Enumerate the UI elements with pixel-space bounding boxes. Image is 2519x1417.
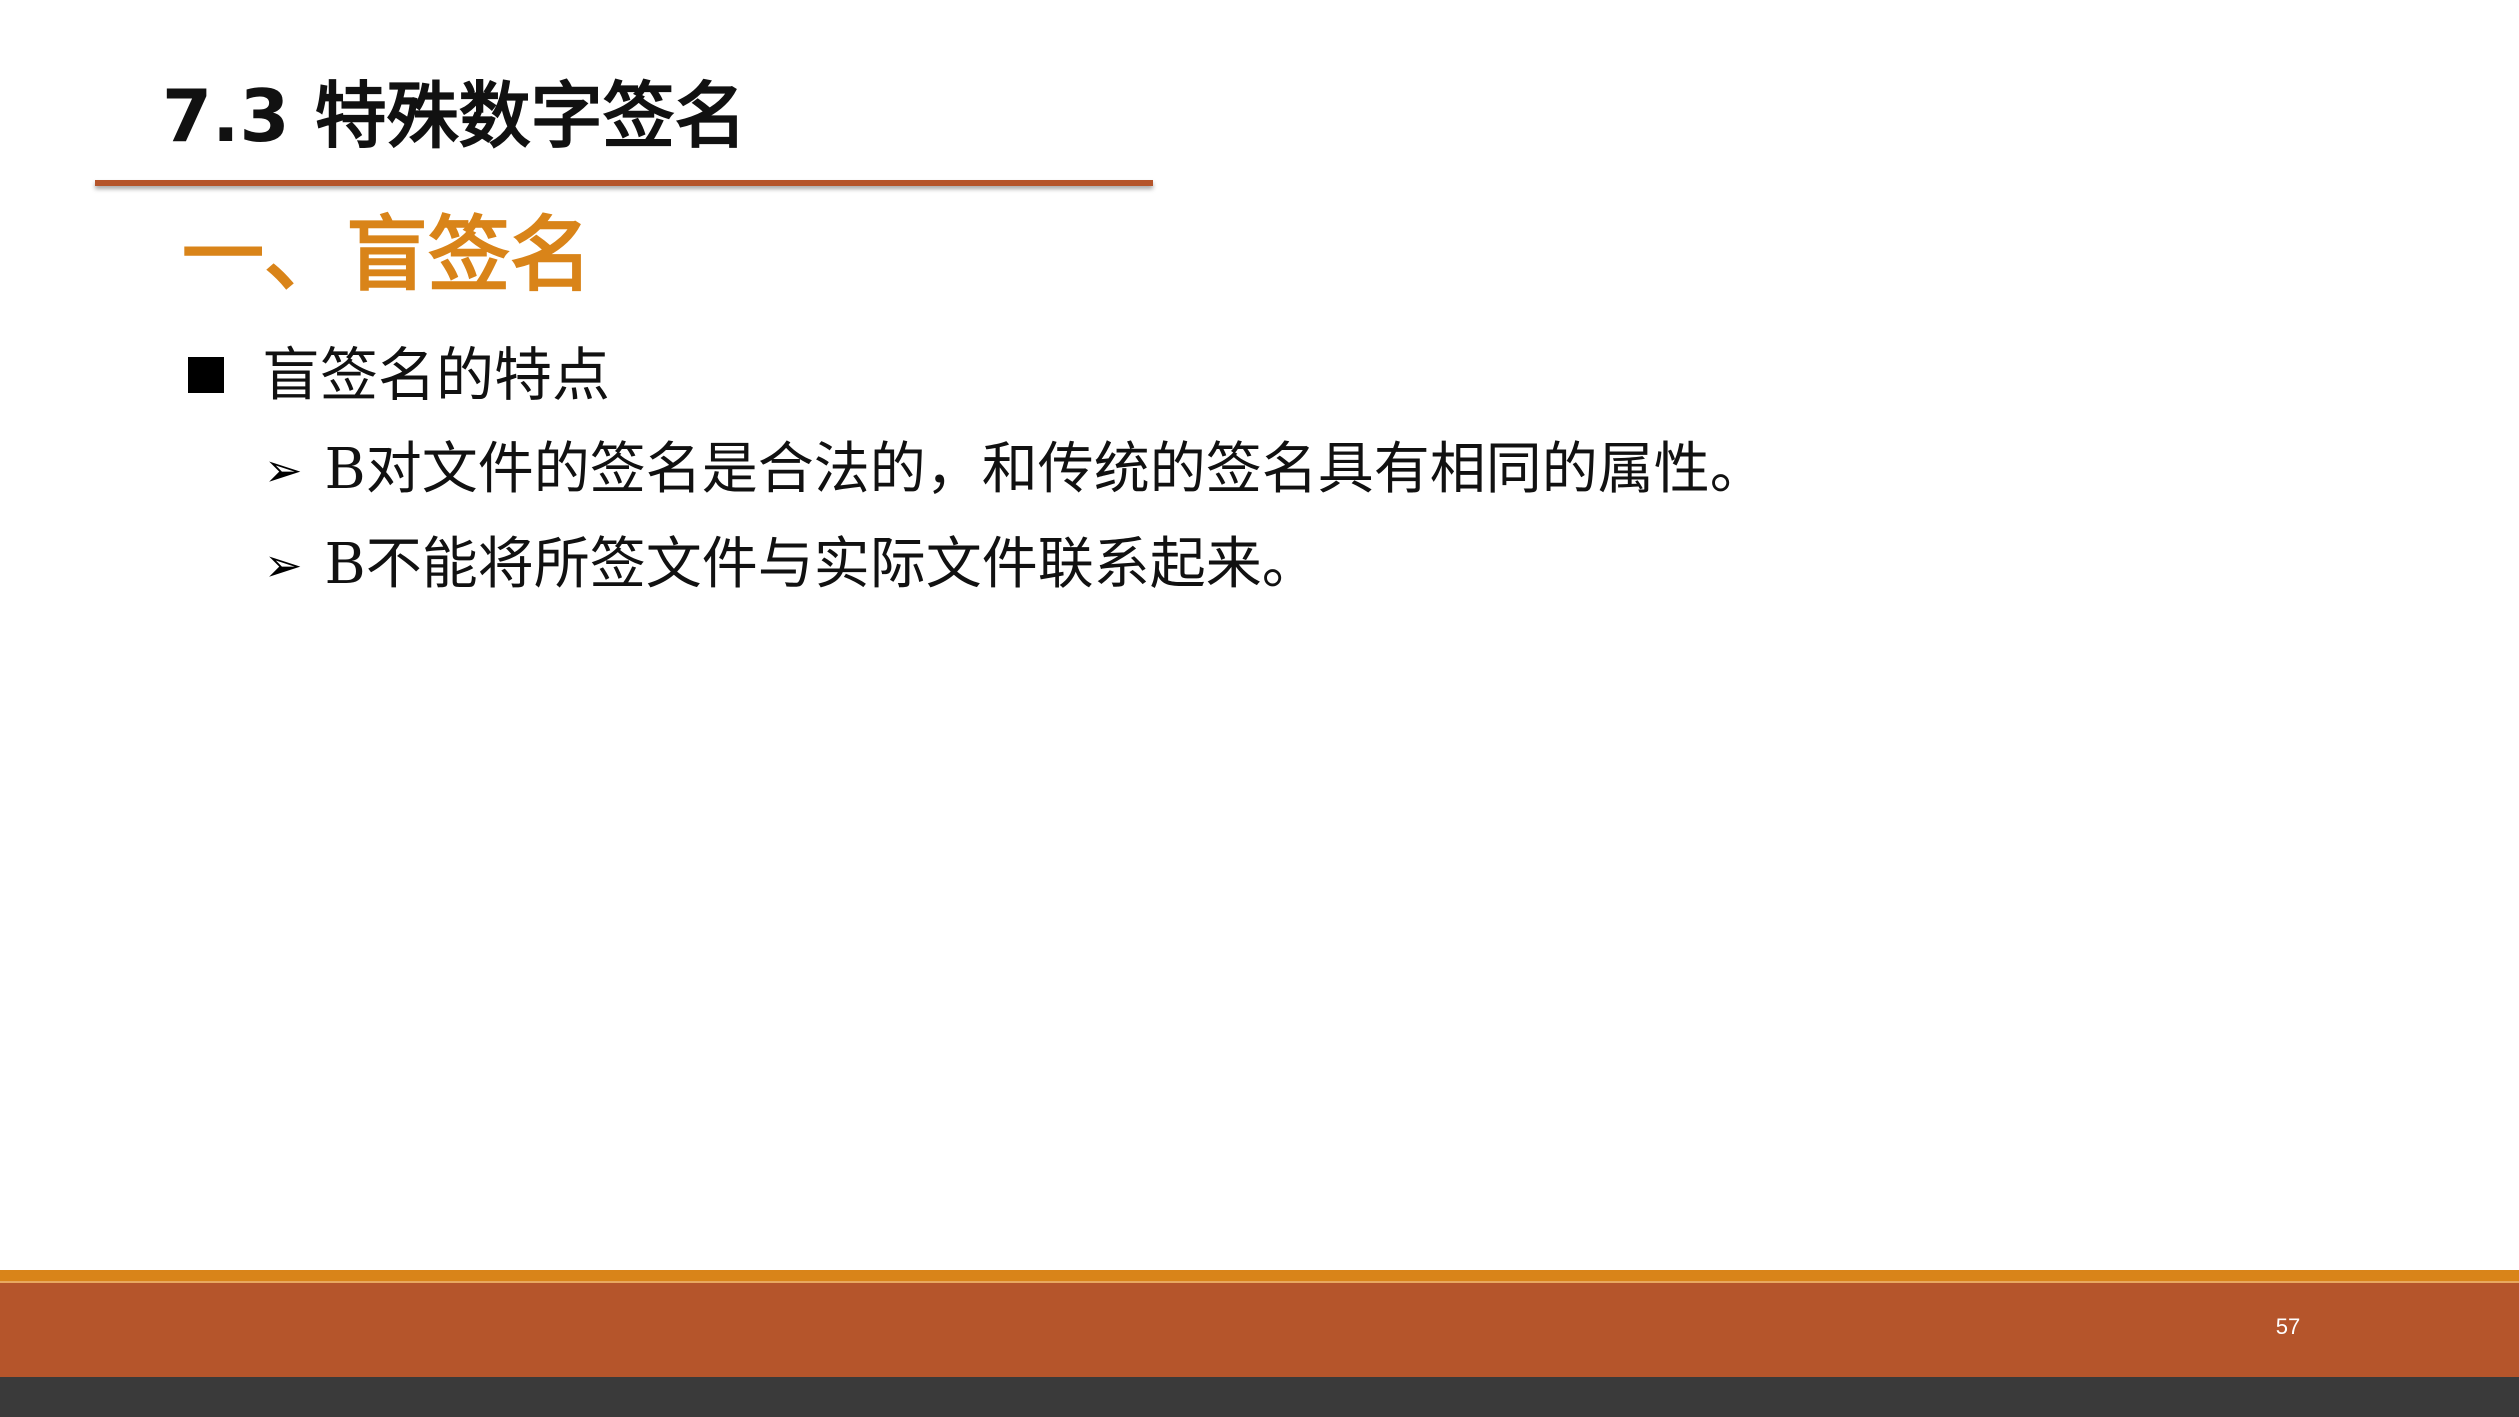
- arrow-bullet-icon: ➢: [264, 538, 303, 592]
- bullet-item: 盲签名的特点: [188, 335, 610, 415]
- section-heading: 一、盲签名: [182, 208, 593, 303]
- sub-bullet-item: ➢ B对文件的签名是合法的，和传统的签名具有相同的属性。: [264, 430, 1766, 510]
- footer-bottom-bar: [0, 1377, 2519, 1417]
- arrow-bullet-icon: ➢: [264, 443, 303, 497]
- footer-accent-stripe: [0, 1270, 2519, 1281]
- sub-bullet-text: B不能将所签文件与实际文件联系起来。: [324, 532, 1318, 597]
- slide-title: 7.3 特殊数字签名: [162, 74, 747, 158]
- page-number: 57: [2275, 1314, 2301, 1339]
- footer-band: [0, 1281, 2519, 1377]
- sub-bullet-item: ➢ B不能将所签文件与实际文件联系起来。: [264, 525, 1318, 605]
- square-bullet-icon: [188, 357, 224, 393]
- title-underline: [95, 180, 1153, 186]
- bullet-text: 盲签名的特点: [262, 341, 611, 409]
- sub-bullet-text: B对文件的签名是合法的，和传统的签名具有相同的属性。: [324, 437, 1766, 502]
